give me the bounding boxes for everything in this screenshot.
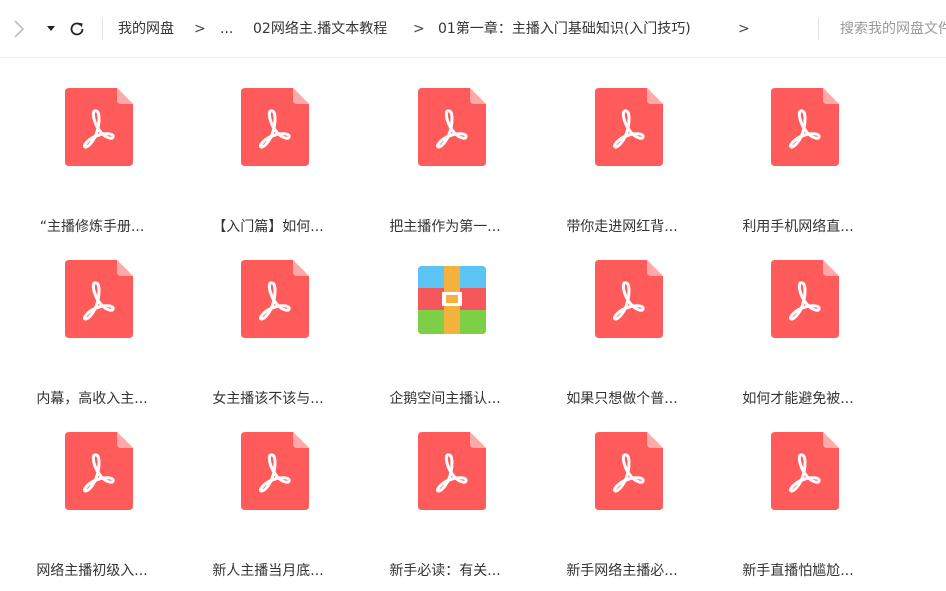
pdf-file-icon	[418, 432, 486, 510]
file-name: 企鹅空间主播认...	[389, 391, 501, 407]
pdf-file-icon-wrap	[771, 432, 839, 510]
file-name: 内幕，高收入主...	[36, 391, 148, 407]
pdf-file-icon	[771, 432, 839, 510]
breadcrumb-separator: >	[194, 21, 206, 37]
pdf-file-icon-wrap	[595, 88, 663, 166]
pdf-file-icon-wrap	[771, 260, 839, 338]
pdf-file-icon	[418, 88, 486, 166]
pdf-file-icon-wrap	[65, 260, 133, 338]
file-name: 什么是网	[890, 390, 946, 408]
file-name: 新手必读：有关...	[389, 563, 501, 579]
file-name: 如何才能避免被...	[742, 391, 854, 407]
caret-down-icon	[47, 26, 55, 31]
file-name: 带你走进网红背...	[566, 219, 678, 235]
file-item[interactable]: 新人主播当月底...	[183, 432, 353, 582]
file-name: 新手直播怕尴尬...	[742, 563, 854, 579]
file-item[interactable]: “主播修炼手册...	[7, 88, 177, 238]
pdf-file-icon	[65, 88, 133, 166]
file-name: 新手网络主播必...	[566, 563, 678, 579]
pdf-file-icon-wrap	[65, 88, 133, 166]
chevron-right-icon	[14, 20, 25, 38]
history-dropdown-button[interactable]	[40, 17, 62, 41]
search-input[interactable]	[840, 19, 946, 39]
file-name: 新手主播	[890, 562, 946, 580]
file-name: 网络主播初级入...	[36, 563, 148, 579]
file-name: 如果只想做个普...	[566, 391, 678, 407]
file-item[interactable]: 女主播该不该与...	[183, 260, 353, 410]
file-name: 新人主播当月底...	[212, 563, 324, 579]
breadcrumb-item-ellipsis[interactable]: ...	[220, 20, 233, 38]
pdf-file-icon	[595, 432, 663, 510]
pdf-file-icon	[595, 88, 663, 166]
pdf-file-icon-wrap	[241, 432, 309, 510]
breadcrumb-item-root[interactable]: 我的网盘	[118, 20, 174, 38]
breadcrumb-item-current[interactable]: 01第一章：主播入门基础知识(入门技巧)	[438, 20, 691, 38]
pdf-file-icon-wrap	[418, 88, 486, 166]
file-item[interactable]: 新手必读：有关...	[360, 432, 530, 582]
pdf-file-icon	[241, 88, 309, 166]
file-name: 把主播作为第一...	[389, 219, 501, 235]
file-item[interactable]: 没颜值、	[890, 88, 946, 238]
pdf-file-icon	[595, 260, 663, 338]
file-name: “主播修炼手册...	[39, 219, 145, 235]
file-item[interactable]: 新手主播	[890, 432, 946, 582]
archive-file-icon-wrap	[418, 260, 486, 338]
pdf-file-icon-wrap	[595, 260, 663, 338]
pdf-file-icon	[241, 432, 309, 510]
pdf-file-icon	[241, 260, 309, 338]
file-item[interactable]: 网络主播初级入...	[7, 432, 177, 582]
refresh-icon	[70, 22, 84, 36]
file-item[interactable]: 新手直播怕尴尬...	[713, 432, 883, 582]
pdf-file-icon-wrap	[241, 88, 309, 166]
file-name: 没颜值、	[890, 218, 946, 236]
breadcrumb-item-folder[interactable]: 02网络主.播文本教程	[253, 20, 387, 38]
file-item[interactable]: 带你走进网红背...	[537, 88, 707, 238]
file-item[interactable]: 把主播作为第一...	[360, 88, 530, 238]
file-item[interactable]: 内幕，高收入主...	[7, 260, 177, 410]
pdf-file-icon	[771, 88, 839, 166]
file-grid: “主播修炼手册... 【入门篇】如何... 把主播作为第一... 带你走进网红背...…	[0, 58, 946, 591]
file-item[interactable]: 【入门篇】如何...	[183, 88, 353, 238]
file-item[interactable]: 企鹅空间主播认...	[360, 260, 530, 410]
pdf-file-icon-wrap	[65, 432, 133, 510]
pdf-file-icon-wrap	[595, 432, 663, 510]
file-item[interactable]: 新手网络主播必...	[537, 432, 707, 582]
pdf-file-icon-wrap	[241, 260, 309, 338]
forward-button[interactable]	[8, 17, 30, 41]
pdf-file-icon	[65, 260, 133, 338]
file-item[interactable]: 什么是网	[890, 260, 946, 410]
breadcrumb-separator: >	[738, 21, 750, 37]
breadcrumb-separator: >	[413, 21, 425, 37]
pdf-file-icon	[65, 432, 133, 510]
toolbar: 我的网盘 > ... 02网络主.播文本教程 > 01第一章：主播入门基础知识(…	[0, 0, 946, 58]
file-name: 女主播该不该与...	[212, 391, 324, 407]
file-item[interactable]: 利用手机网络直...	[713, 88, 883, 238]
file-name: 利用手机网络直...	[742, 219, 854, 235]
pdf-file-icon-wrap	[771, 88, 839, 166]
file-item[interactable]: 如果只想做个普...	[537, 260, 707, 410]
search-box[interactable]	[818, 12, 946, 46]
toolbar-divider	[102, 18, 103, 40]
refresh-button[interactable]	[66, 17, 88, 41]
archive-file-icon	[418, 266, 486, 334]
file-item[interactable]: 如何才能避免被...	[713, 260, 883, 410]
pdf-file-icon-wrap	[418, 432, 486, 510]
file-name: 【入门篇】如何...	[212, 219, 324, 235]
pdf-file-icon	[771, 260, 839, 338]
